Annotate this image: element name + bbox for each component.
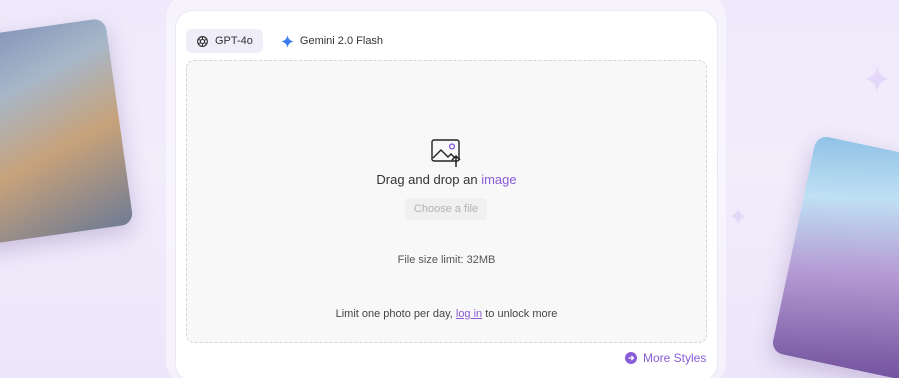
more-styles-link[interactable]: More Styles bbox=[625, 351, 706, 365]
sparkle-icon: ✦ bbox=[862, 59, 893, 100]
arrow-right-circle-icon bbox=[625, 352, 637, 364]
tab-gpt-4o[interactable]: GPT-4o bbox=[186, 29, 263, 53]
anime-artwork-right bbox=[770, 134, 899, 378]
image-upload-icon bbox=[431, 139, 462, 168]
anime-artwork-left bbox=[0, 17, 134, 247]
model-tabs: GPT-4o Gemini 2.0 Flash bbox=[186, 29, 393, 53]
login-link[interactable]: log in bbox=[456, 308, 482, 320]
file-size-limit: File size limit: 32MB bbox=[397, 254, 496, 266]
tab-gemini-2-flash[interactable]: Gemini 2.0 Flash bbox=[271, 29, 393, 53]
note-text: to unlock more bbox=[485, 308, 558, 320]
drag-drop-prompt: Drag and drop an image bbox=[186, 172, 707, 187]
gemini-star-icon bbox=[280, 34, 294, 48]
tab-label: Gemini 2.0 Flash bbox=[299, 35, 384, 47]
tab-label: GPT-4o bbox=[215, 35, 253, 47]
prompt-text: Drag and drop an bbox=[376, 172, 478, 187]
sparkle-icon: ✦ bbox=[728, 204, 749, 231]
daily-limit-note: Limit one photo per day, log in to unloc… bbox=[186, 308, 707, 320]
choose-file-button[interactable]: Choose a file bbox=[405, 198, 487, 220]
more-styles-label: More Styles bbox=[643, 351, 707, 365]
note-text: Limit one photo per day, bbox=[335, 308, 453, 320]
prompt-accent: image bbox=[481, 172, 517, 187]
openai-icon bbox=[196, 35, 209, 48]
